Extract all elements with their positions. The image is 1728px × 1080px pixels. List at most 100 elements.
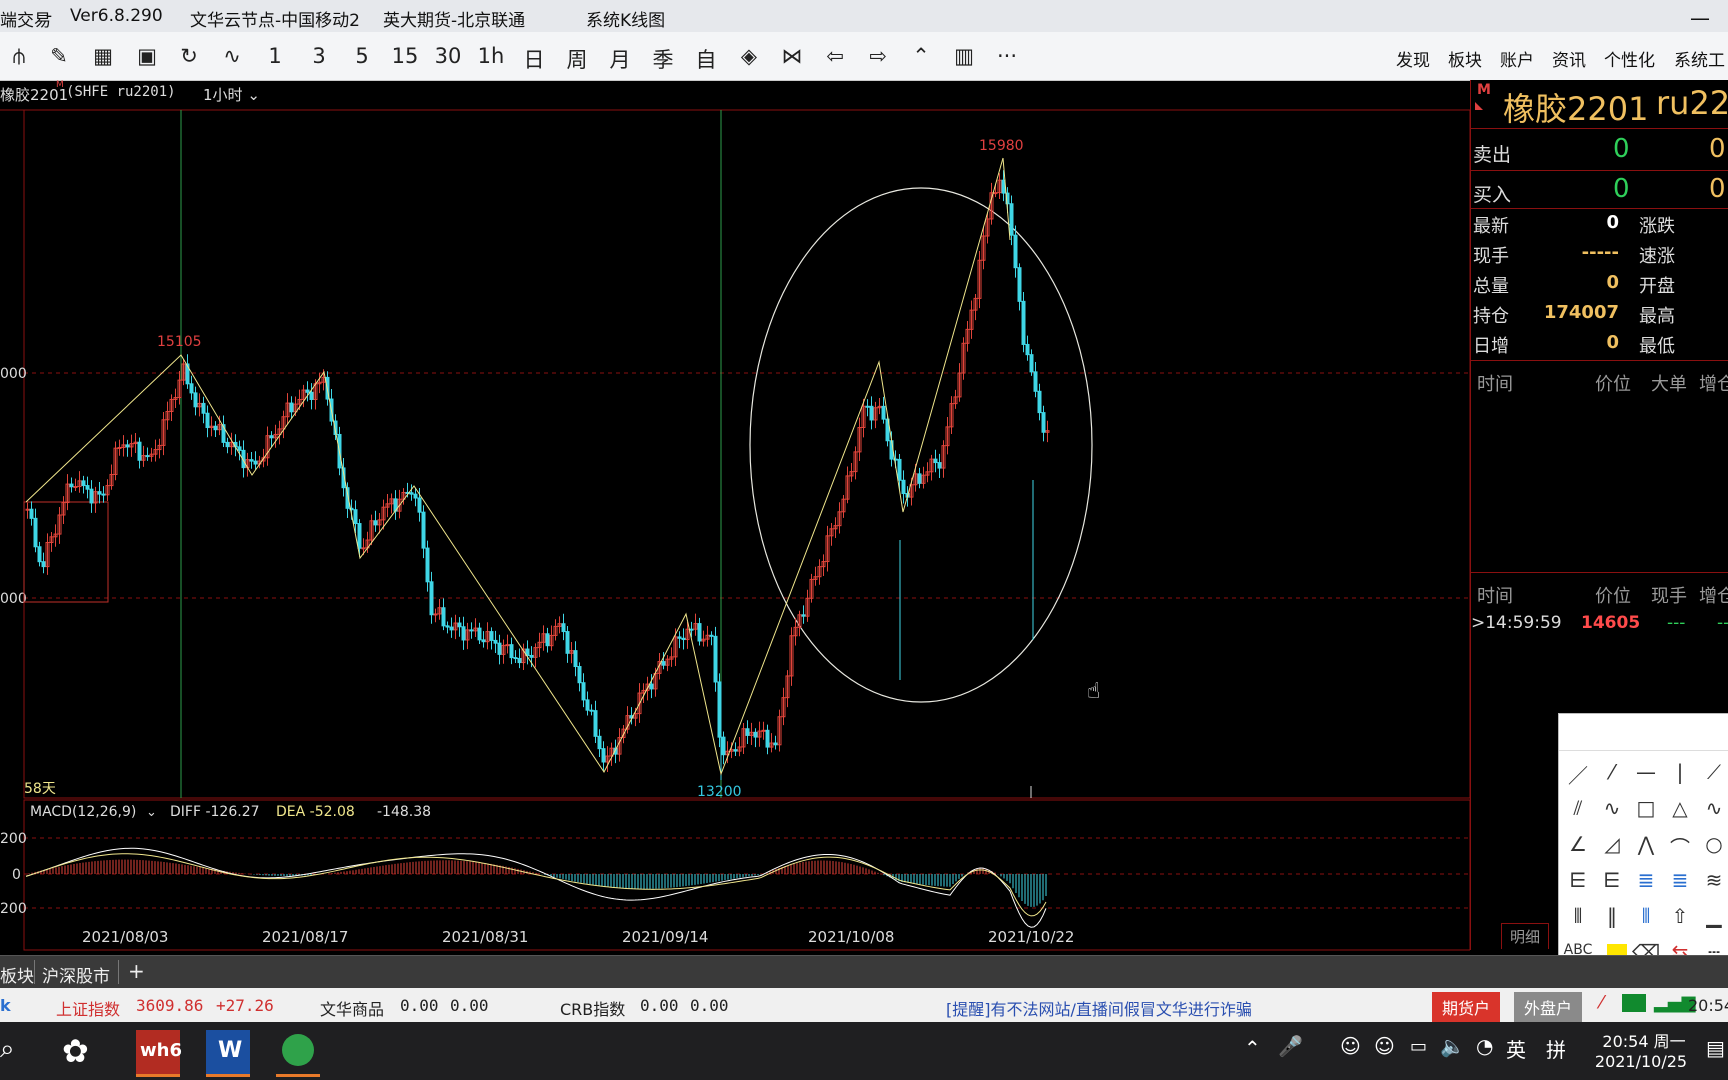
notice-link[interactable]: [提醒]有不法网站/直播间假冒文华进行诈骗 — [946, 996, 1252, 1020]
menu-sector[interactable]: 板块 — [1448, 46, 1482, 71]
taskbar-app-wh6[interactable]: wh6 — [136, 1030, 182, 1077]
dashed-line-tool-icon[interactable]: ⁄ — [1597, 760, 1627, 784]
period-month[interactable]: 月 — [605, 44, 635, 74]
menu-account[interactable]: 账户 — [1500, 46, 1534, 71]
more-icon[interactable]: ··· — [992, 44, 1022, 68]
candle-body — [81, 480, 86, 487]
period-15[interactable]: 15 — [390, 44, 420, 68]
triangle-tool-icon[interactable]: △ — [1665, 796, 1695, 820]
draw-icon[interactable]: ✎ — [44, 44, 74, 68]
fib-time-icon[interactable]: ⦀ — [1631, 904, 1661, 928]
candle-body — [573, 650, 578, 668]
period-season[interactable]: 季 — [648, 44, 678, 74]
hline-tool-icon[interactable]: — — [1631, 760, 1661, 784]
circle-tool-icon[interactable]: ○ — [1699, 832, 1728, 856]
tab-detail[interactable]: 明细 — [1501, 923, 1550, 949]
ray-tool-icon[interactable]: ⟋ — [1699, 760, 1728, 784]
line-tool-icon[interactable]: ／ — [1563, 760, 1593, 789]
period-30[interactable]: 30 — [433, 44, 463, 68]
taskbar-app-game[interactable] — [276, 1030, 320, 1077]
clock-date[interactable]: 2021/10/25 — [1588, 1052, 1694, 1071]
add-tab-button[interactable]: + — [128, 959, 145, 983]
vline-tool-icon[interactable]: | — [1665, 760, 1695, 784]
network-icon[interactable]: ◔ — [1476, 1034, 1493, 1058]
candle-body — [513, 657, 518, 660]
parallel-tool-icon[interactable]: ⫽ — [1563, 796, 1593, 820]
candle-body — [97, 491, 102, 495]
period-custom[interactable]: 自 — [691, 44, 721, 74]
tab-sector[interactable]: 板块 — [0, 962, 34, 987]
period-1h[interactable]: 1h — [476, 44, 506, 68]
up-icon[interactable]: ⌃ — [906, 44, 936, 68]
refresh-icon[interactable]: ↻ — [174, 44, 204, 68]
candle-body — [1009, 203, 1014, 236]
microphone-icon[interactable]: 🎤 — [1278, 1034, 1303, 1058]
crb-index-label[interactable]: CRB指数 — [560, 996, 625, 1020]
sh-index-label[interactable]: 上证指数 — [56, 996, 120, 1020]
qq2-icon[interactable]: ☺ — [1374, 1034, 1395, 1058]
period-5[interactable]: 5 — [347, 44, 377, 68]
time-zone-icon[interactable]: ‖ — [1597, 904, 1627, 928]
tab-a-shares[interactable]: 沪深股市 — [42, 962, 110, 987]
fork-tool-icon[interactable]: ⋀ — [1631, 832, 1661, 856]
period-week[interactable]: 周 — [562, 44, 592, 74]
curve-tool-icon[interactable]: ∿ — [1699, 796, 1728, 820]
period-1[interactable]: 1 — [260, 44, 290, 68]
notification-icon[interactable]: ▤ — [1706, 1036, 1725, 1060]
fib-ext-icon[interactable]: ⋿ — [1597, 868, 1627, 892]
search-icon[interactable]: ⌕ — [0, 1034, 15, 1065]
candle-body — [1013, 234, 1018, 269]
language-indicator[interactable]: 英 — [1506, 1034, 1526, 1063]
pen-icon[interactable]: ⁄ — [1600, 992, 1603, 1013]
chart-icon[interactable]: ▁ — [1699, 904, 1728, 928]
menu-personalize[interactable]: 个性化 — [1604, 46, 1655, 71]
table-icon[interactable]: ▦ — [88, 44, 118, 68]
tray-overflow-icon[interactable]: ⌃ — [1244, 1036, 1261, 1060]
zoom-icon[interactable]: ◈ — [734, 44, 764, 68]
taskbar-app-word[interactable]: W — [206, 1030, 250, 1077]
candle-body — [357, 523, 362, 549]
macd-panel-border — [23, 799, 1470, 951]
monitor-icon[interactable] — [1622, 994, 1646, 1012]
save-icon[interactable]: ▣ — [132, 44, 162, 68]
fib-channel-icon[interactable]: ≣ — [1665, 868, 1695, 892]
col-header: 增仓 — [1699, 586, 1728, 607]
qq-icon[interactable]: ☺ — [1340, 1034, 1361, 1058]
menu-discover[interactable]: 发现 — [1396, 46, 1430, 71]
candle-body — [869, 405, 874, 421]
fib-arc-icon[interactable]: ≋ — [1699, 868, 1728, 892]
angle-tool-icon[interactable]: ∠ — [1563, 832, 1593, 856]
menu-news[interactable]: 资讯 — [1552, 46, 1586, 71]
volume-icon[interactable]: 🔈 — [1440, 1034, 1465, 1058]
quote-name: 橡胶2201 — [1503, 90, 1649, 128]
task-view-icon[interactable]: ✿ — [62, 1032, 89, 1070]
minimize-icon[interactable]: — — [1690, 6, 1710, 30]
futures-account-button[interactable]: 期货户 — [1432, 992, 1501, 1022]
forward-icon[interactable]: ⇨ — [863, 44, 893, 68]
clock-time[interactable]: 20:54 周一 — [1594, 1028, 1694, 1052]
period-3[interactable]: 3 — [304, 44, 334, 68]
arc-tool-icon[interactable]: ⌒ — [1665, 832, 1695, 861]
layout-icon[interactable]: ▥ — [949, 44, 979, 68]
menu-system[interactable]: 系统工 — [1674, 46, 1725, 71]
arrow-up-icon[interactable]: ⇧ — [1665, 904, 1695, 928]
period-day[interactable]: 日 — [519, 44, 549, 74]
title-separator: - — [46, 6, 53, 26]
fib-fan-icon[interactable]: ⋿ — [1563, 868, 1593, 892]
compress-icon[interactable]: ⋈ — [777, 44, 807, 68]
gann-tool-icon[interactable]: ◿ — [1597, 832, 1627, 856]
fib-retrace-icon[interactable]: ≣ — [1631, 868, 1661, 892]
kline-chart[interactable]: 000 000 200 0 200 15105 15980 13200 58天 … — [0, 80, 1470, 955]
split-icon[interactable]: ⫛ — [4, 44, 34, 69]
ime-indicator[interactable]: 拼 — [1546, 1034, 1566, 1063]
foreign-account-button[interactable]: 外盘户 — [1514, 992, 1583, 1022]
cycle-lines-icon[interactable]: ⦀ — [1563, 904, 1593, 928]
macd-diff: DIFF -126.27 — [170, 804, 260, 820]
wh-index-label[interactable]: 文华商品 — [320, 996, 384, 1020]
back-icon[interactable]: ⇦ — [820, 44, 850, 68]
indicator-icon[interactable]: ∿ — [217, 44, 247, 68]
battery-icon[interactable]: ▭ — [1410, 1036, 1427, 1057]
candle-body — [33, 517, 38, 548]
rectangle-tool-icon[interactable]: □ — [1631, 796, 1661, 820]
wave-tool-icon[interactable]: ∿ — [1597, 796, 1627, 820]
